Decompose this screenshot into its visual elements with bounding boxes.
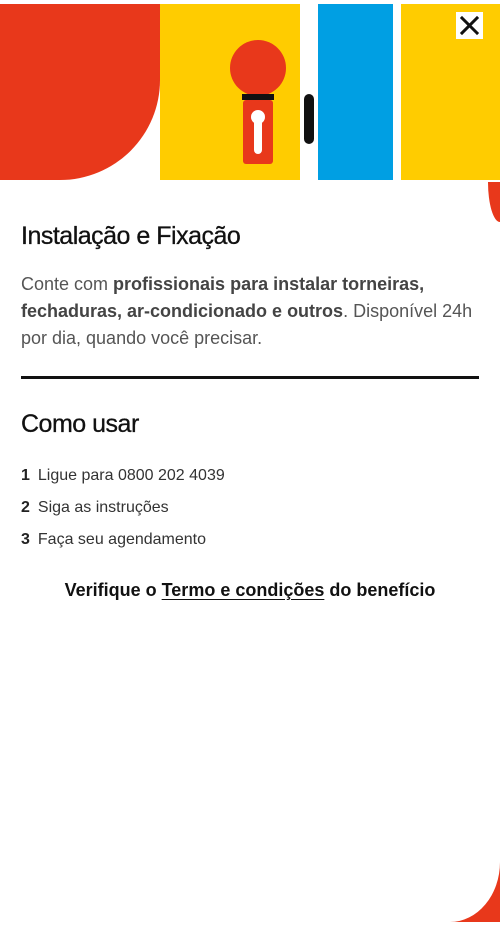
- how-to-use-title: Como usar: [21, 410, 140, 438]
- step-text: Ligue para 0800 202 4039: [37, 467, 225, 484]
- yellow-panel-right: [401, 4, 500, 180]
- lock-knob: [230, 40, 286, 96]
- steps-list: 1 Ligue para 0800 202 4039 2 Siga as ins…: [21, 460, 225, 556]
- step-number: 2: [21, 499, 30, 516]
- page-title: Instalação e Fixação: [21, 222, 241, 250]
- step-number: 3: [21, 531, 30, 548]
- step-item: 2 Siga as instruções: [21, 492, 225, 524]
- service-description: Conte com profissionais para instalar to…: [21, 274, 473, 348]
- decorative-corner-top: [488, 182, 500, 222]
- yellow-panel: [160, 4, 300, 180]
- terms-link[interactable]: Termo e condições: [162, 580, 325, 600]
- decorative-corner: [480, 190, 500, 930]
- door-lock-illustration: [0, 4, 500, 180]
- step-number: 1: [21, 467, 30, 484]
- decorative-corner-bottom: [450, 862, 500, 922]
- door-handle: [304, 94, 314, 144]
- blue-panel: [318, 4, 393, 180]
- step-item: 1 Ligue para 0800 202 4039: [21, 460, 225, 492]
- terms-notice: Verifique o Termo e condições do benefíc…: [64, 580, 436, 600]
- step-text: Siga as instruções: [37, 499, 169, 516]
- step-item: 3 Faça seu agendamento: [21, 524, 225, 556]
- step-text: Faça seu agendamento: [37, 531, 207, 548]
- close-icon: [460, 16, 479, 35]
- close-button[interactable]: [456, 12, 483, 39]
- hero-illustration: [0, 0, 500, 182]
- divider: [21, 376, 479, 379]
- red-shape: [0, 4, 160, 180]
